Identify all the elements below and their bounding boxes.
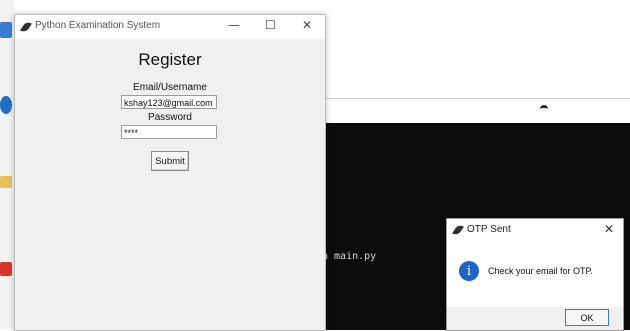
close-icon[interactable]: ✕ (604, 222, 614, 236)
desktop-app-icon[interactable] (0, 176, 12, 188)
feather-icon (20, 20, 32, 34)
minimize-icon[interactable]: — (228, 18, 240, 32)
dialog-footer: OK (447, 307, 623, 330)
otp-dialog: OTP Sent ✕ i Check your email for OTP. O… (446, 218, 624, 331)
terminal-output: n main.py (322, 251, 377, 262)
desktop-app-icon[interactable] (0, 96, 12, 114)
register-titlebar: Python Examination System — ☐ ✕ (15, 15, 325, 39)
password-field[interactable]: **** (121, 125, 217, 139)
email-field[interactable]: kshay123@gmail.com (121, 95, 217, 109)
page-title: Register (138, 50, 202, 69)
maximize-icon[interactable]: ☐ (265, 18, 276, 32)
password-label: Password (148, 112, 192, 123)
desktop-app-icon[interactable] (0, 262, 12, 276)
desktop-icon-strip (0, 0, 14, 329)
email-label: Email/Username (133, 82, 207, 93)
terminal-titlebar (322, 99, 630, 123)
register-window: Python Examination System — ☐ ✕ Register… (14, 14, 326, 331)
info-icon: i (459, 261, 479, 281)
dialog-title: OTP Sent (467, 224, 511, 235)
dialog-titlebar: OTP Sent ✕ (447, 219, 623, 241)
dialog-message: Check your email for OTP. (488, 266, 593, 276)
window-title: Python Examination System (35, 20, 161, 31)
feather-icon (452, 223, 464, 237)
ok-button[interactable]: OK (565, 309, 609, 326)
close-icon[interactable]: ✕ (302, 18, 312, 32)
submit-button[interactable]: Submit (151, 151, 189, 171)
desktop-app-icon[interactable] (0, 22, 12, 38)
terminal-title-fragment (540, 105, 548, 114)
